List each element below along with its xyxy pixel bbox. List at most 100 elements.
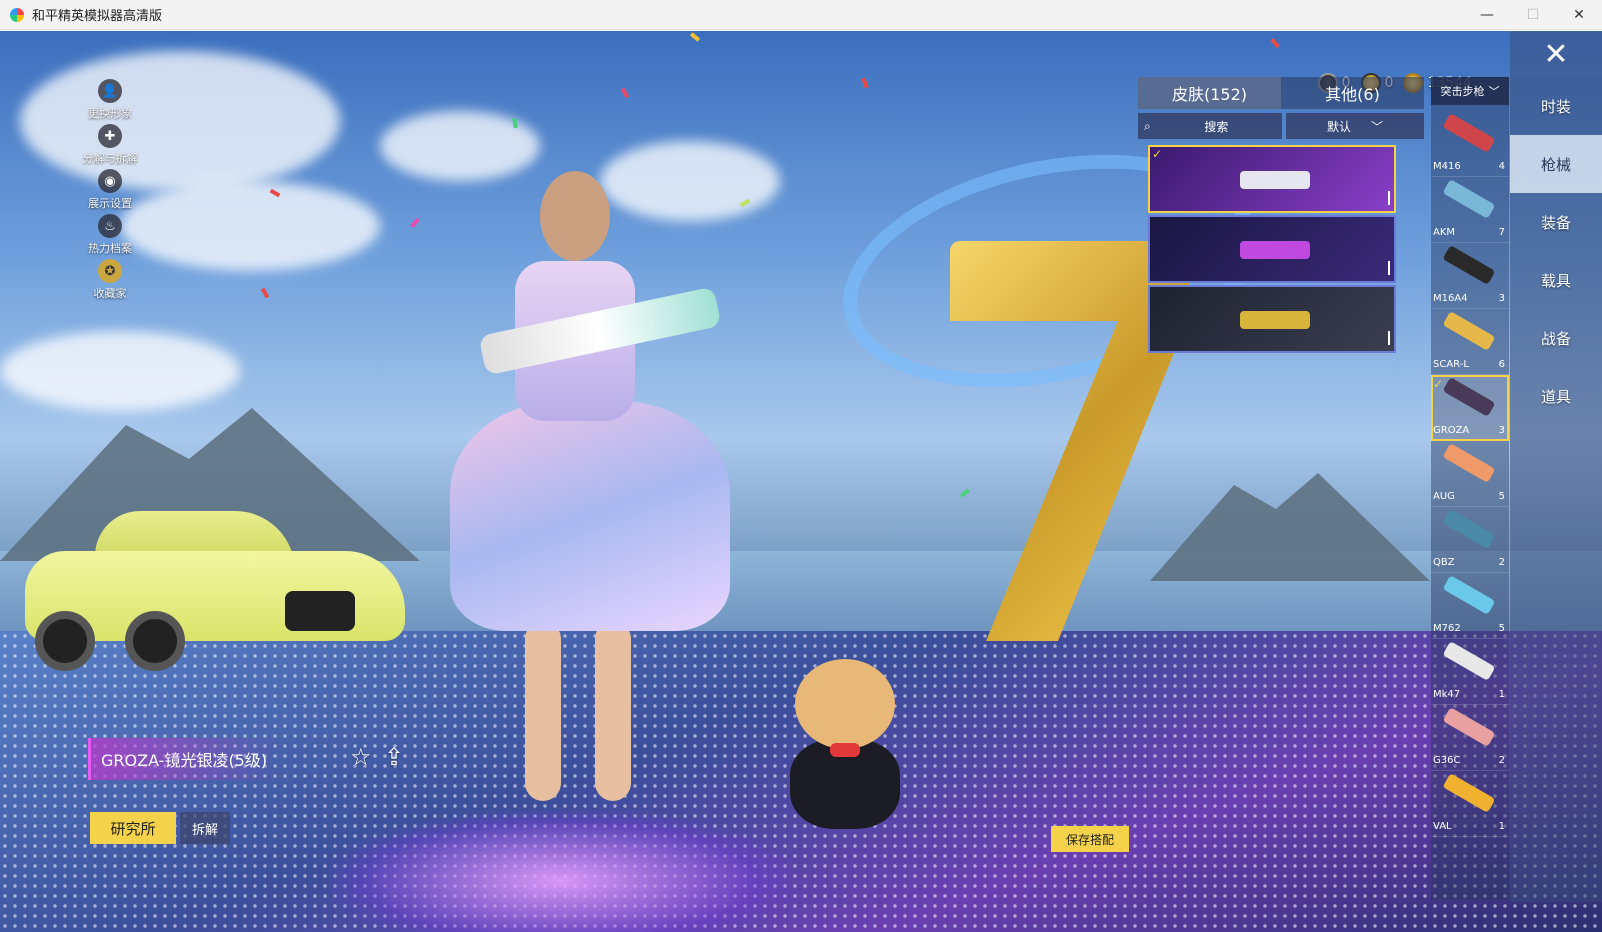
weapon-name: Mk47	[1433, 689, 1461, 700]
close-window-button[interactable]: ✕	[1556, 0, 1602, 30]
sort-dropdown[interactable]: 默认 ﹀	[1286, 113, 1424, 139]
collector-item[interactable]: ✪ 收藏家	[80, 259, 140, 304]
change-appearance-item[interactable]: 👤 更换形象	[80, 79, 140, 124]
confetti	[689, 32, 701, 42]
skin-indicator	[1388, 191, 1390, 205]
weapon-image	[1442, 575, 1496, 615]
yellow-sports-car	[25, 511, 405, 671]
player-character[interactable]	[420, 161, 740, 821]
skin-list: ✓	[1148, 145, 1396, 353]
bear-bowtie	[830, 743, 860, 757]
weapon-item-aug[interactable]: AUG 5	[1431, 441, 1509, 507]
save-outfit-button[interactable]: 保存搭配	[1051, 826, 1129, 852]
weapon-skin-count: 1	[1498, 821, 1505, 832]
game-viewport: 👤 更换形象 ✚ 分解与拆解 ◉ 展示设置 ♨ 热力档案 ✪ 收藏家 0 0	[0, 31, 1602, 932]
heat-archive-label: 热力档案	[88, 242, 132, 255]
tab-skins[interactable]: 皮肤(152)	[1138, 77, 1281, 109]
puzzle-icon: ✚	[98, 124, 122, 148]
search-icon: ⌕	[1144, 118, 1151, 133]
window-controls: — ☐ ✕	[1464, 0, 1602, 30]
tab-fashion[interactable]: 时装	[1510, 77, 1602, 135]
collector-badge-icon: ✪	[98, 259, 122, 283]
eye-icon: ◉	[98, 169, 122, 193]
skin-card[interactable]: ✓	[1148, 145, 1396, 213]
window-titlebar: 和平精英模拟器高清版 — ☐ ✕	[0, 0, 1602, 30]
weapon-item-m16a4[interactable]: M16A4 3	[1431, 243, 1509, 309]
character-head	[540, 171, 610, 261]
weapon-item-qbz[interactable]: QBZ 2	[1431, 507, 1509, 573]
confetti	[620, 87, 630, 99]
weapon-item-m762[interactable]: M762 5	[1431, 573, 1509, 639]
cloud	[20, 51, 340, 191]
weapon-image	[1442, 113, 1496, 153]
car-wheel	[35, 611, 95, 671]
bear-pet	[785, 659, 905, 829]
weapon-item-groza[interactable]: ✓ GROZA 3	[1431, 375, 1509, 441]
confetti	[260, 287, 270, 299]
minimize-button[interactable]: —	[1464, 0, 1510, 30]
decompose-item[interactable]: ✚ 分解与拆解	[80, 124, 140, 169]
confetti	[512, 117, 518, 129]
weapon-item-m416[interactable]: M416 4	[1431, 111, 1509, 177]
weapon-name: AKM	[1433, 227, 1456, 238]
weapon-skin-name: GROZA-镜光银凌(5级)	[88, 738, 280, 780]
weapon-name: M16A4	[1433, 293, 1468, 304]
skin-search-input[interactable]: ⌕ 搜索	[1138, 113, 1282, 139]
category-tabs: 时装 枪械 装备 载具 战备 道具	[1510, 77, 1602, 902]
tab-equipment[interactable]: 装备	[1510, 193, 1602, 251]
check-icon: ✓	[1152, 147, 1163, 161]
heat-archive-item[interactable]: ♨ 热力档案	[80, 214, 140, 259]
dismantle-button[interactable]: 拆解	[180, 812, 230, 844]
weapon-type-dropdown[interactable]: 突击步枪 ﹀	[1431, 77, 1509, 105]
tab-combat-gear[interactable]: 战备	[1510, 309, 1602, 367]
tab-others[interactable]: 其他(6)	[1281, 77, 1424, 109]
bear-head	[795, 659, 895, 749]
car-wheel	[125, 611, 185, 671]
weapon-item-val[interactable]: VAL 1	[1431, 771, 1509, 837]
confetti	[1270, 37, 1280, 49]
sort-label: 默认	[1326, 119, 1351, 134]
weapon-name: QBZ	[1433, 557, 1455, 568]
weapon-skin-count: 7	[1498, 227, 1505, 238]
weapon-skin-count: 2	[1498, 755, 1505, 766]
weapon-name: SCAR-L	[1433, 359, 1469, 370]
weapon-item-mk47[interactable]: Mk47 1	[1431, 639, 1509, 705]
weapon-item-g36c[interactable]: G36C 2	[1431, 705, 1509, 771]
weapon-name: M416	[1433, 161, 1461, 172]
skin-panel: 皮肤(152) 其他(6) ⌕ 搜索 默认 ﹀ ✓	[1138, 77, 1424, 355]
flame-icon: ♨	[98, 214, 122, 238]
weapon-skin-count: 5	[1498, 623, 1505, 634]
maximize-button[interactable]: ☐	[1510, 0, 1556, 30]
confetti	[861, 77, 869, 89]
weapon-skin-count: 5	[1498, 491, 1505, 502]
skin-card[interactable]	[1148, 215, 1396, 283]
collector-label: 收藏家	[93, 287, 127, 300]
display-settings-label: 展示设置	[88, 197, 132, 210]
person-icon: 👤	[98, 79, 122, 103]
skin-panel-tabs: 皮肤(152) 其他(6)	[1138, 77, 1424, 109]
weapon-image	[1442, 707, 1496, 747]
skin-card[interactable]	[1148, 285, 1396, 353]
tab-vehicles[interactable]: 载具	[1510, 251, 1602, 309]
tab-items[interactable]: 道具	[1510, 367, 1602, 425]
weapon-item-akm[interactable]: AKM 7	[1431, 177, 1509, 243]
check-icon: ✓	[1433, 377, 1444, 391]
star-icon[interactable]: ☆	[350, 743, 372, 771]
weapon-image	[1442, 245, 1496, 285]
weapon-image	[1442, 509, 1496, 549]
close-icon[interactable]: ✕	[1510, 31, 1602, 77]
share-icon[interactable]: ⇪	[384, 743, 404, 771]
research-lab-button[interactable]: 研究所	[90, 812, 176, 844]
tab-firearms[interactable]: 枪械	[1510, 135, 1602, 193]
display-settings-item[interactable]: ◉ 展示设置	[80, 169, 140, 214]
weapon-skin-count: 1	[1498, 689, 1505, 700]
cloud	[120, 181, 380, 271]
weapon-name: VAL	[1433, 821, 1452, 832]
weapon-image	[1442, 311, 1496, 351]
car-grille	[285, 591, 355, 631]
weapon-skin-count: 6	[1498, 359, 1505, 370]
weapon-item-scar-l[interactable]: SCAR-L 6	[1431, 309, 1509, 375]
cloud	[0, 331, 240, 411]
weapon-skin-count: 2	[1498, 557, 1505, 568]
weapon-skin-count: 3	[1498, 425, 1505, 436]
